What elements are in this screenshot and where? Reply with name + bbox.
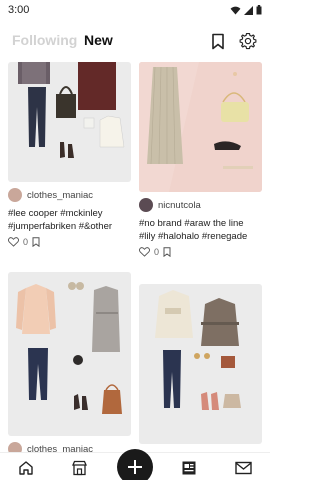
nav-magazine[interactable]	[180, 459, 198, 477]
avatar[interactable]	[139, 198, 153, 212]
outfit-collage	[155, 290, 241, 410]
bookmark-icon[interactable]	[32, 237, 40, 247]
post-image[interactable]	[139, 284, 262, 444]
tab-new[interactable]: New	[84, 32, 113, 48]
bottom-navigation	[0, 449, 270, 480]
avatar[interactable]	[8, 188, 22, 202]
like-count: 0	[154, 247, 160, 257]
post-author[interactable]: clothes_maniac	[8, 442, 131, 452]
bookmarks-button[interactable]	[208, 31, 228, 51]
shop-icon	[71, 460, 87, 476]
status-time: 3:00	[8, 4, 30, 16]
wifi-icon	[230, 6, 241, 15]
username[interactable]: clothes_maniac	[27, 444, 93, 453]
username[interactable]: clothes_maniac	[27, 190, 93, 201]
heart-icon[interactable]	[139, 247, 150, 257]
settings-button[interactable]	[238, 31, 258, 51]
status-icons	[230, 5, 262, 15]
post-image[interactable]	[8, 272, 131, 436]
gear-icon	[239, 32, 257, 50]
outfit-collage	[16, 282, 122, 414]
nav-messages[interactable]	[234, 459, 252, 477]
outfit-collage	[139, 62, 262, 192]
outfit-collage	[18, 62, 125, 158]
post-caption-line-2[interactable]: #lily #halohalo #renegade	[139, 230, 262, 243]
create-post-button[interactable]	[117, 449, 153, 480]
post-card[interactable]: clothes_maniac	[8, 272, 131, 452]
home-icon	[19, 461, 33, 475]
bookmark-icon[interactable]	[163, 247, 171, 257]
newspaper-icon	[182, 461, 196, 475]
post-actions: 0	[8, 237, 131, 247]
post-card[interactable]	[139, 284, 262, 444]
feed-grid[interactable]: clothes_maniac #lee cooper #mckinley #ju…	[0, 62, 270, 452]
post-author[interactable]: clothes_maniac	[8, 188, 131, 202]
post-card[interactable]: nicnutcola #no brand #araw the line #lil…	[139, 62, 262, 257]
top-header: Following New	[0, 26, 270, 58]
status-bar: 3:00	[0, 0, 270, 20]
username[interactable]: nicnutcola	[158, 200, 201, 211]
post-card[interactable]: clothes_maniac #lee cooper #mckinley #ju…	[8, 62, 131, 247]
post-caption-line-1[interactable]: #no brand #araw the line	[139, 217, 262, 230]
nav-shop[interactable]	[70, 459, 88, 477]
post-image[interactable]	[8, 62, 131, 182]
battery-icon	[256, 5, 262, 15]
post-actions: 0	[139, 247, 262, 257]
post-author[interactable]: nicnutcola	[139, 198, 262, 212]
add-icon	[128, 460, 142, 474]
heart-icon[interactable]	[8, 237, 19, 247]
nav-home[interactable]	[17, 459, 35, 477]
avatar[interactable]	[8, 442, 22, 452]
like-count: 0	[23, 237, 29, 247]
tab-following[interactable]: Following	[12, 32, 77, 48]
signal-icon	[244, 5, 253, 15]
mail-icon	[234, 461, 252, 475]
post-caption[interactable]: #lee cooper #mckinley #jumperfabriken #&…	[8, 207, 131, 233]
bookmark-icon	[212, 33, 224, 49]
post-image[interactable]	[139, 62, 262, 192]
